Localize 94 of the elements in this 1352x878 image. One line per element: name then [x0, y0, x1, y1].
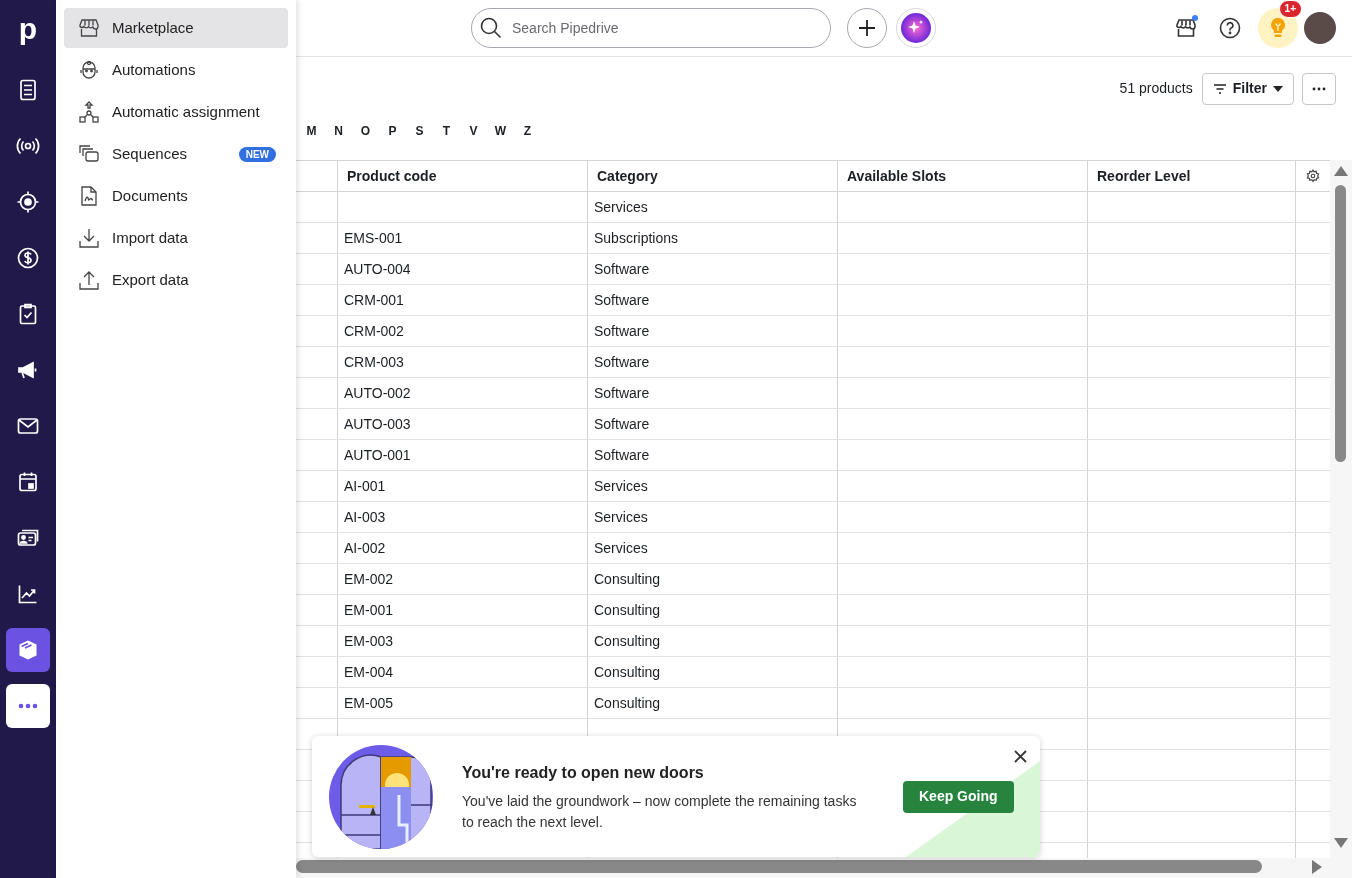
storefront-icon — [1175, 17, 1197, 39]
table-cell: EM-003 — [338, 626, 588, 656]
table-cell: CRM-002 — [338, 316, 588, 346]
more-icon — [1312, 86, 1326, 91]
caret-icon — [1273, 85, 1283, 92]
scroll-up-icon — [1334, 166, 1348, 176]
table-cell: AUTO-004 — [338, 254, 588, 284]
product-count: 51 products — [1119, 79, 1193, 98]
download-icon — [78, 227, 100, 249]
robot-icon — [78, 59, 100, 81]
table-cell: Software — [588, 378, 838, 408]
upload-icon — [78, 269, 100, 291]
search-icon — [479, 16, 503, 40]
table-cell: Software — [588, 347, 838, 377]
scrollbar-thumb[interactable] — [1335, 185, 1346, 462]
table-cell: Consulting — [588, 626, 838, 656]
column-header[interactable]: Available Slots — [838, 161, 1088, 191]
table-cell: CRM-001 — [338, 285, 588, 315]
table-cell: Consulting — [588, 564, 838, 594]
logo[interactable]: p — [18, 0, 38, 56]
table-cell: Software — [588, 409, 838, 439]
menu-item[interactable]: Export data — [64, 260, 288, 300]
settings-icon[interactable] — [1306, 169, 1320, 183]
help-icon — [1219, 17, 1241, 39]
plus-icon — [858, 19, 876, 37]
letter-filter[interactable]: W — [487, 120, 514, 142]
table-cell: Services — [588, 471, 838, 501]
letter-filter[interactable]: S — [406, 120, 433, 142]
lightbulb-icon — [1268, 17, 1288, 39]
table-cell: Software — [588, 440, 838, 470]
table-cell: Services — [588, 533, 838, 563]
user-avatar[interactable] — [1304, 12, 1336, 44]
letter-filter[interactable]: P — [379, 120, 406, 142]
table-cell: CRM-003 — [338, 347, 588, 377]
nav-button[interactable] — [6, 628, 50, 672]
distribution-icon — [78, 101, 100, 123]
menu-item[interactable]: Documents — [64, 176, 288, 216]
column-header[interactable]: Reorder Level — [1088, 161, 1296, 191]
column-header[interactable]: Product code — [338, 161, 588, 191]
table-cell: EM-002 — [338, 564, 588, 594]
storefront-icon — [78, 17, 100, 39]
table-cell: AUTO-001 — [338, 440, 588, 470]
table-cell: EM-005 — [338, 688, 588, 718]
calendar-icon — [16, 470, 40, 494]
filter-button[interactable]: Filter — [1201, 72, 1294, 105]
table-cell: Software — [588, 285, 838, 315]
letter-filter[interactable]: M — [298, 120, 325, 142]
document-icon — [78, 185, 100, 207]
table-cell: AUTO-003 — [338, 409, 588, 439]
table-cell: AI-003 — [338, 502, 588, 532]
letter-filter[interactable]: N — [325, 120, 352, 142]
more-button[interactable] — [6, 684, 50, 728]
vertical-scrollbar[interactable] — [1330, 160, 1352, 858]
column-header[interactable]: Category — [588, 161, 838, 191]
table-cell: AI-001 — [338, 471, 588, 501]
scroll-right-icon — [1312, 860, 1322, 874]
scrollbar-thumb[interactable] — [296, 860, 1262, 873]
notification-badge: 1+ — [1278, 0, 1302, 18]
table-cell: AI-002 — [338, 533, 588, 563]
filter-icon — [1212, 82, 1227, 95]
menu-item[interactable]: Sequences NEW — [64, 134, 288, 174]
letter-filter[interactable]: V — [460, 120, 487, 142]
target-icon — [16, 190, 40, 214]
table-cell: Consulting — [588, 595, 838, 625]
table-cell: Software — [588, 316, 838, 346]
table-cell: Software — [588, 254, 838, 284]
menu-item[interactable]: Marketplace — [64, 8, 288, 48]
table-cell: EM-004 — [338, 657, 588, 687]
keep-going-button[interactable]: Keep Going — [903, 780, 1014, 813]
dollar-icon — [16, 246, 40, 270]
more-icon — [18, 703, 38, 709]
table-cell: Consulting — [588, 688, 838, 718]
table-cell: EMS-001 — [338, 223, 588, 253]
close-icon — [1013, 749, 1027, 763]
table-cell: EM-001 — [338, 595, 588, 625]
scroll-down-icon — [1334, 838, 1348, 848]
new-badge: NEW — [238, 146, 276, 162]
toast-message: You've laid the groundwork – now complete the remaining tasks to reach the next level. — [462, 791, 858, 832]
menu-item[interactable]: Import data — [64, 218, 288, 258]
table-cell: Consulting — [588, 657, 838, 687]
table-cell: Subscriptions — [588, 223, 838, 253]
toast-title: You're ready to open new doors — [462, 762, 705, 783]
letter-filter[interactable]: T — [433, 120, 460, 142]
search-field[interactable]: Search Pipedrive — [471, 8, 831, 48]
close-button[interactable] — [1012, 748, 1028, 764]
sparkle-icon — [901, 13, 931, 43]
letter-filter[interactable]: O — [352, 120, 379, 142]
table-cell: Services — [588, 192, 838, 222]
stacked-windows-icon — [78, 143, 100, 165]
menu-item[interactable]: Automations — [64, 50, 288, 90]
menu-item[interactable]: Automatic assignment — [64, 92, 288, 132]
table-cell: AUTO-002 — [338, 378, 588, 408]
table-cell: Services — [588, 502, 838, 532]
letter-filter[interactable]: Z — [514, 120, 541, 142]
